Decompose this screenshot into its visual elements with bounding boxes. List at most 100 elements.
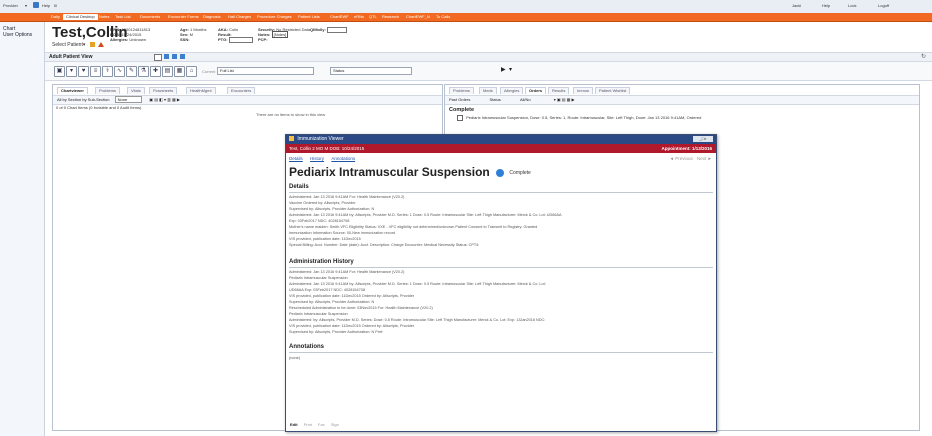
details-heading: Details xyxy=(289,184,309,190)
subtoolbar-icons[interactable]: ▣ ▤ ◧ ▾ ▥ ▦ ▶ xyxy=(149,97,180,102)
tab-results[interactable]: Results xyxy=(548,87,570,94)
toolbar-btn-4[interactable]: ≡ xyxy=(90,66,101,77)
toolbar-btn-8[interactable]: ⚗ xyxy=(138,66,149,77)
chevron-down-icon[interactable]: ▾ xyxy=(509,66,512,73)
view-selector-label[interactable]: Adult Patient View xyxy=(49,54,93,60)
qualify-box[interactable] xyxy=(326,27,347,33)
tab-healthmgmt[interactable]: HealthMgmt xyxy=(186,87,216,94)
section-links: Details History Annotations ◄ Previous N… xyxy=(286,154,716,163)
toolbar-btn-12[interactable]: ⌂ xyxy=(186,66,197,77)
edit-button[interactable]: Edit xyxy=(290,422,298,427)
tab-erns[interactable]: eRNs xyxy=(351,14,367,20)
info-icon[interactable] xyxy=(496,168,505,177)
patient-alert-icon[interactable] xyxy=(89,42,95,48)
past-orders-filter[interactable]: Past Orders xyxy=(449,97,470,102)
link-details[interactable]: Details xyxy=(289,156,303,161)
tab-problems[interactable]: Problems xyxy=(449,87,474,94)
tab-chartewf[interactable]: ChartEWF xyxy=(327,14,352,20)
window-controls[interactable]: _□× xyxy=(693,136,713,142)
toolbar-btn-3[interactable]: ♥ xyxy=(78,66,89,77)
view-icon-1[interactable] xyxy=(164,54,169,59)
order-row[interactable]: Pediarix Intramuscular Suspension, Dose:… xyxy=(457,115,701,121)
tab-diagnosis[interactable]: Diagnosis xyxy=(200,14,224,20)
tab-immun[interactable]: Immun xyxy=(573,87,594,94)
orders-toolbar-icons[interactable]: ▾ ▣ ▤ ▦ ▶ xyxy=(554,97,575,102)
select-patient-menu[interactable]: Select Patient▾ xyxy=(52,42,105,48)
toolbar-btn-10[interactable]: ▤ xyxy=(162,66,173,77)
history-heading: Administration History xyxy=(289,259,354,265)
print-button[interactable]: Print xyxy=(304,422,312,427)
patient-banner-left: Test, Collin 2 MO M DOB: 10/24/2015 xyxy=(289,146,365,151)
status-filter-combo[interactable]: Status xyxy=(330,67,412,75)
link-history[interactable]: History xyxy=(310,156,324,161)
tab-patient-wishlist[interactable]: Patient Wishlist xyxy=(595,87,631,94)
menu-help[interactable]: Help xyxy=(42,3,50,8)
filter-combo[interactable]: None xyxy=(114,96,143,103)
details-line-5: Exp: 03Feb2017 NDC: 4028154708 xyxy=(289,219,350,223)
tab-allergies[interactable]: Allergies xyxy=(500,87,524,94)
tab-patient-lists[interactable]: Patient Lists xyxy=(295,14,323,20)
tab-documents[interactable]: Documents xyxy=(137,14,163,20)
tab-encounters[interactable]: Encounters xyxy=(227,87,256,94)
tab-orders[interactable]: Orders xyxy=(525,87,547,94)
user-menu[interactable]: Jacki xyxy=(792,3,801,8)
toolbar-btn-6[interactable]: ∿ xyxy=(114,66,125,77)
play-icon[interactable]: ▶ xyxy=(501,66,506,73)
previous-button: Previous xyxy=(675,156,693,161)
home-icon[interactable] xyxy=(33,2,39,8)
notes-button[interactable]: [Notes] xyxy=(271,31,289,38)
lock-link[interactable]: Lock xyxy=(848,3,856,8)
tab-hall-charges[interactable]: Hall Charges xyxy=(225,14,254,20)
history-line-8: Pediarix Intramuscular Suspension xyxy=(289,312,348,316)
tab-chartewf-n[interactable]: ChartEWF_N xyxy=(403,14,433,20)
ptg-field[interactable] xyxy=(228,37,253,43)
toolbar-btn-7[interactable]: ✎ xyxy=(126,66,137,77)
tab-problems-left[interactable]: Problems xyxy=(95,87,120,94)
tab-to-calls[interactable]: To Calls xyxy=(433,14,453,20)
tab-vitals[interactable]: Vitals xyxy=(127,87,145,94)
logoff-link[interactable]: Logoff xyxy=(878,3,889,8)
tab-qtl[interactable]: QTL xyxy=(366,14,380,20)
select-patient-label[interactable]: Select Patient▾ xyxy=(52,42,85,48)
tab-chartviewer[interactable]: Chartviewer xyxy=(57,87,88,94)
history-line-7: Rescheduled Administration to be done: 0… xyxy=(289,306,433,310)
view-dropdown[interactable] xyxy=(154,54,162,61)
tab-task-list[interactable]: Task List xyxy=(112,14,134,20)
tab-flowsheets[interactable]: Flowsheets xyxy=(149,87,178,94)
complete-group[interactable]: Complete xyxy=(449,107,474,113)
toolbar-btn-11[interactable]: ▦ xyxy=(174,66,185,77)
orders-subtoolbar: Past Orders Status All/No ▾ ▣ ▤ ▦ ▶ xyxy=(445,95,919,105)
top-menu-bar: Provider ▾ Help Ill Jacki Help Lock Logo… xyxy=(0,0,932,14)
order-expand-icon[interactable] xyxy=(457,115,463,121)
sign-button[interactable]: Sign xyxy=(331,422,339,427)
fax-button[interactable]: Fax xyxy=(318,422,325,427)
tab-daily[interactable]: Daily xyxy=(48,14,63,20)
filter-label[interactable]: All by Section by Sub-Section xyxy=(57,97,109,102)
menu-provider[interactable]: Provider xyxy=(3,3,18,8)
status-filter[interactable]: Status xyxy=(489,97,500,102)
menu-misc[interactable]: Ill xyxy=(54,3,57,8)
toolbar-btn-2[interactable]: ▾ xyxy=(66,66,77,77)
tab-encounter-forms[interactable]: Encounter Forms xyxy=(165,14,202,20)
tab-clinical-desktop[interactable]: Clinical Desktop xyxy=(63,14,98,20)
link-annotations[interactable]: Annotations xyxy=(331,156,355,161)
toolbar-btn-5[interactable]: ⚕ xyxy=(102,66,113,77)
all-filter[interactable]: All/No xyxy=(520,97,531,102)
nav-user-options[interactable]: User Options xyxy=(0,32,44,38)
record-navigation[interactable]: ◄ Previous Next ► xyxy=(669,154,712,163)
patient-aka: AKA: Colin Result: PTG: xyxy=(218,27,253,43)
refresh-icon[interactable]: ↻ xyxy=(921,53,926,60)
tab-research[interactable]: Research xyxy=(379,14,402,20)
toolbar-label-current: Current xyxy=(202,69,216,74)
menu-dropdown[interactable]: ▾ xyxy=(25,3,27,8)
tab-notes[interactable]: Notes xyxy=(96,14,112,20)
tab-procedure-charges[interactable]: Procedure Charges xyxy=(254,14,295,20)
toolbar-btn-9[interactable]: ✚ xyxy=(150,66,161,77)
warning-icon[interactable] xyxy=(98,42,105,48)
tab-meds[interactable]: Meds xyxy=(479,87,497,94)
list-filter-combo[interactable]: Full List xyxy=(217,67,314,75)
toolbar-btn-1[interactable]: ▣ xyxy=(54,66,65,77)
view-icon-2[interactable] xyxy=(172,54,177,59)
help-link[interactable]: Help xyxy=(822,3,830,8)
view-icon-3[interactable] xyxy=(180,54,185,59)
